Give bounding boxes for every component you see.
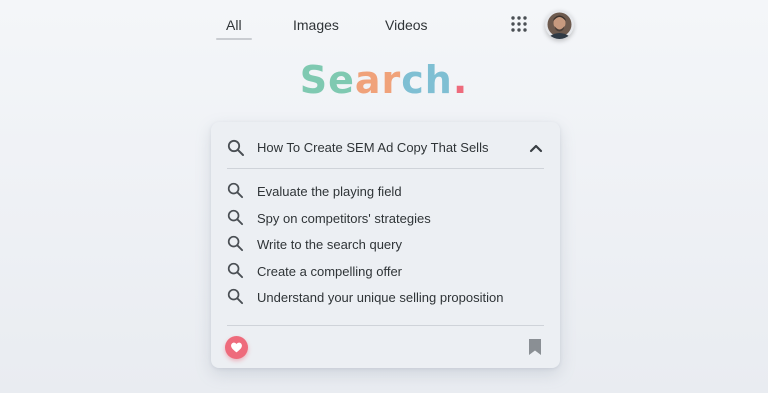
- suggestion-list: Evaluate the playing field Spy on compet…: [227, 179, 547, 312]
- search-icon: [227, 288, 244, 305]
- search-card: How To Create SEM Ad Copy That Sells Eva…: [211, 122, 560, 368]
- suggestion-label: Create a compelling offer: [257, 263, 403, 279]
- tab-all[interactable]: All: [216, 16, 251, 40]
- logo-letter: a: [354, 58, 382, 102]
- suggestion-label: Understand your unique selling propositi…: [257, 290, 504, 305]
- search-icon: [227, 139, 244, 156]
- search-icon: [227, 235, 244, 252]
- logo-letter: e: [328, 58, 355, 102]
- search-logo: Search.: [0, 58, 768, 102]
- logo-letter: c: [401, 58, 425, 102]
- suggestion-item[interactable]: Understand your unique selling propositi…: [227, 285, 547, 312]
- divider: [227, 168, 544, 169]
- search-input[interactable]: How To Create SEM Ad Copy That Sells: [227, 136, 547, 160]
- logo-letter: h: [424, 58, 453, 102]
- apps-grid-icon[interactable]: [511, 16, 527, 32]
- divider: [227, 325, 544, 326]
- tab-images[interactable]: Images: [293, 16, 339, 34]
- suggestion-label: Spy on competitors' strategies: [257, 210, 431, 226]
- like-button[interactable]: [225, 336, 248, 359]
- suggestion-label: Evaluate the playing field: [257, 184, 402, 199]
- logo-letter: S: [299, 58, 329, 102]
- bookmark-icon[interactable]: [528, 338, 542, 356]
- heart-icon: [231, 342, 242, 353]
- tab-videos[interactable]: Videos: [385, 16, 428, 34]
- suggestion-item[interactable]: Write to the search query: [227, 232, 547, 259]
- suggestion-item[interactable]: Create a compelling offer: [227, 259, 547, 286]
- top-navigation: All Images Videos: [0, 0, 768, 50]
- search-icon: [227, 209, 244, 225]
- chevron-up-icon[interactable]: [529, 142, 543, 154]
- suggestion-item[interactable]: Evaluate the playing field: [227, 179, 547, 206]
- search-query-text: How To Create SEM Ad Copy That Sells: [257, 140, 489, 155]
- suggestion-item[interactable]: Spy on competitors' strategies: [227, 206, 547, 233]
- user-avatar[interactable]: [545, 10, 574, 39]
- logo-letter: .: [452, 58, 469, 102]
- suggestion-label: Write to the search query: [257, 237, 402, 252]
- search-icon: [227, 262, 244, 278]
- logo-letter: r: [381, 58, 402, 102]
- search-icon: [227, 182, 244, 199]
